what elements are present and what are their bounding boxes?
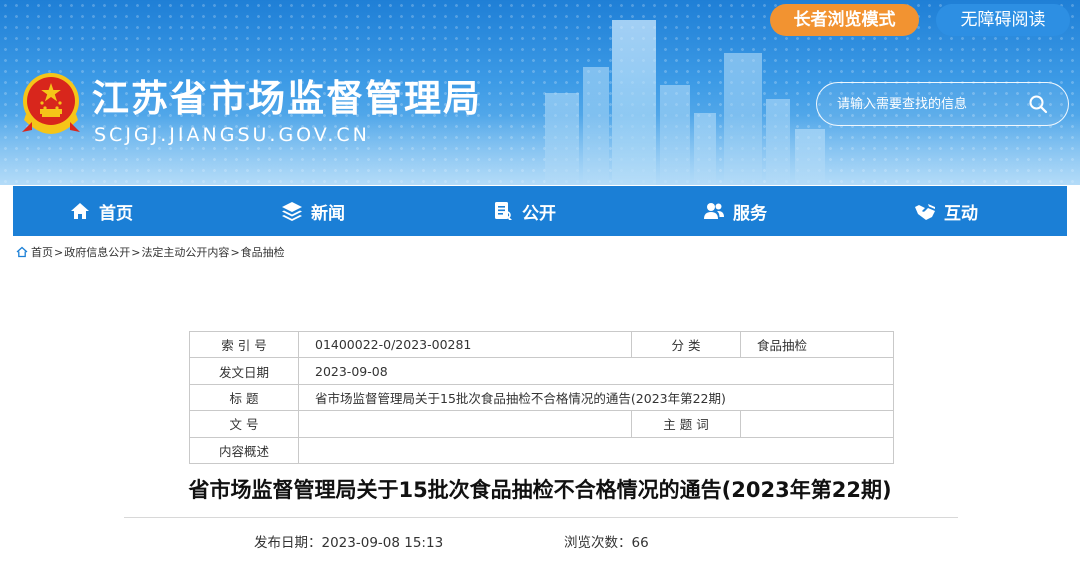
category-label: 分 类 — [631, 330, 741, 359]
keywords-label: 主 题 词 — [631, 410, 741, 438]
publish-value: 2023-09-08 15:13 — [321, 535, 444, 551]
table-row: 索 引 号 01400022-0/2023-00281 分 类 食品抽检 — [189, 330, 894, 359]
home-icon — [16, 246, 28, 258]
keywords-value — [740, 410, 894, 438]
breadcrumb-separator: > — [54, 245, 64, 259]
layers-icon — [282, 202, 302, 221]
summary-value — [298, 436, 894, 464]
site-domain: SCJGJ.JIANGSU.GOV.CN — [94, 124, 370, 146]
breadcrumb-item[interactable]: 法定主动公开内容 — [141, 244, 229, 260]
summary-label: 内容概述 — [189, 436, 299, 464]
search-input[interactable] — [837, 91, 1017, 117]
title-value: 省市场监督管理局关于15批次食品抽检不合格情况的通告(2023年第22期) — [298, 383, 894, 412]
site-header: 江苏省市场监督管理局 SCJGJ.JIANGSU.GOV.CN 长者浏览模式 无… — [0, 0, 1080, 185]
article-title: 省市场监督管理局关于15批次食品抽检不合格情况的通告(2023年第22期) — [188, 478, 892, 502]
publish-label: 发布日期： — [254, 535, 322, 551]
view-count: 浏览次数：66 — [564, 531, 649, 551]
document-meta-table: 索 引 号 01400022-0/2023-00281 分 类 食品抽检 发文日… — [189, 330, 894, 464]
breadcrumb-item[interactable]: 首页 — [31, 244, 53, 260]
docno-label: 文 号 — [189, 410, 299, 438]
nav-item-news[interactable]: 新闻 — [281, 186, 345, 236]
date-label: 发文日期 — [189, 357, 299, 385]
table-row: 内容概述 — [189, 436, 894, 464]
nav-label: 公开 — [522, 203, 556, 224]
date-value: 2023-09-08 — [298, 357, 894, 385]
users-icon — [704, 203, 724, 219]
national-emblem-icon[interactable] — [18, 70, 84, 136]
nav-label: 首页 — [99, 203, 133, 224]
home-icon — [71, 203, 89, 219]
docno-value — [298, 410, 632, 438]
index-label: 索 引 号 — [189, 330, 299, 359]
table-row: 标 题 省市场监督管理局关于15批次食品抽检不合格情况的通告(2023年第22期… — [189, 383, 894, 412]
breadcrumb-item[interactable]: 政府信息公开 — [64, 244, 130, 260]
nav-label: 新闻 — [311, 203, 345, 224]
breadcrumb-item[interactable]: 食品抽检 — [241, 244, 285, 260]
search-box — [816, 82, 1069, 126]
title-divider — [124, 517, 958, 518]
publish-date: 发布日期：2023-09-08 15:13 — [254, 531, 443, 551]
elder-mode-button[interactable]: 长者浏览模式 — [770, 4, 919, 36]
table-row: 发文日期 2023-09-08 — [189, 357, 894, 385]
title-label: 标 题 — [189, 383, 299, 412]
handshake-icon — [915, 204, 935, 220]
views-label: 浏览次数： — [564, 535, 632, 551]
breadcrumb-separator: > — [131, 245, 141, 259]
category-value: 食品抽检 — [740, 330, 894, 359]
site-name[interactable]: 江苏省市场监督管理局 — [92, 68, 482, 122]
document-icon — [495, 202, 512, 220]
index-value: 01400022-0/2023-00281 — [298, 330, 632, 359]
main-nav: 首页 新闻 公开 服务 互动 — [13, 186, 1067, 236]
accessibility-button[interactable]: 无障碍阅读 — [936, 4, 1070, 36]
nav-item-interact[interactable]: 互动 — [914, 186, 978, 236]
breadcrumb-separator: > — [230, 245, 240, 259]
table-row: 文 号 主 题 词 — [189, 410, 894, 438]
search-icon[interactable] — [1028, 94, 1048, 114]
views-value: 66 — [631, 535, 649, 551]
nav-item-home[interactable]: 首页 — [69, 186, 133, 236]
breadcrumb: 首页 > 政府信息公开 > 法定主动公开内容 > 食品抽检 — [16, 244, 285, 260]
nav-label: 互动 — [944, 203, 978, 224]
nav-label: 服务 — [733, 203, 767, 224]
nav-item-service[interactable]: 服务 — [703, 186, 767, 236]
nav-item-public[interactable]: 公开 — [492, 186, 556, 236]
